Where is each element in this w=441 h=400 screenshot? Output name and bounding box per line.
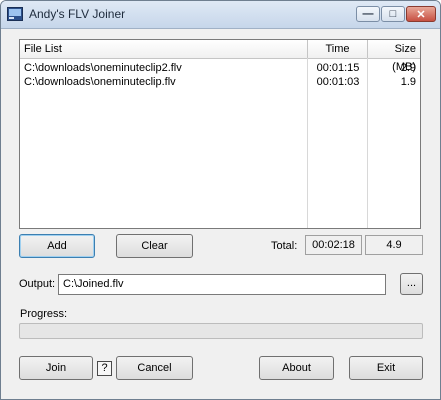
row-size: 2.9 (400, 62, 416, 74)
row-file-name: C:\downloads\oneminuteclip.flv (24, 76, 176, 88)
progress-label: Progress: (20, 308, 68, 320)
column-header-file-list[interactable]: File List (20, 40, 308, 58)
total-label: Total: (271, 240, 298, 252)
table-row[interactable]: C:\downloads\oneminuteclip2.flv 00:01:15… (20, 61, 420, 75)
title-bar[interactable]: Andy's FLV Joiner — □ ✕ (1, 1, 440, 29)
browse-button[interactable]: ... (400, 273, 423, 295)
about-button[interactable]: About (259, 356, 334, 380)
minimize-button[interactable]: — (356, 6, 380, 22)
progress-bar (19, 323, 423, 339)
app-window: Andy's FLV Joiner — □ ✕ File List Time S… (0, 0, 441, 400)
help-button[interactable]: ? (97, 361, 112, 376)
cancel-button[interactable]: Cancel (116, 356, 193, 380)
file-list-header: File List Time Size (MB) (20, 40, 420, 73)
maximize-button[interactable]: □ (381, 6, 405, 22)
close-icon: ✕ (416, 8, 426, 21)
row-time: 00:01:15 (316, 62, 360, 74)
clear-button[interactable]: Clear (116, 234, 193, 258)
output-path-input[interactable]: C:\Joined.flv (58, 274, 386, 295)
row-file-name: C:\downloads\oneminuteclip2.flv (24, 62, 182, 74)
row-size: 1.9 (400, 76, 416, 88)
column-header-time[interactable]: Time (308, 40, 368, 58)
app-icon (7, 7, 23, 21)
total-time-field: 00:02:18 (305, 235, 362, 255)
total-size-field: 4.9 (365, 235, 423, 255)
table-row[interactable]: C:\downloads\oneminuteclip.flv 00:01:03 … (20, 75, 420, 89)
minimize-icon: — (362, 8, 374, 20)
maximize-icon: □ (389, 8, 397, 20)
file-list[interactable]: File List Time Size (MB) C:\downloads\on… (19, 39, 421, 229)
exit-button[interactable]: Exit (349, 356, 423, 380)
add-button[interactable]: Add (19, 234, 95, 258)
window-title: Andy's FLV Joiner (29, 7, 126, 21)
row-time: 00:01:03 (316, 76, 360, 88)
output-label: Output: (19, 278, 56, 290)
join-button[interactable]: Join (19, 356, 93, 380)
column-header-size[interactable]: Size (MB) (368, 40, 420, 73)
close-button[interactable]: ✕ (406, 6, 436, 22)
